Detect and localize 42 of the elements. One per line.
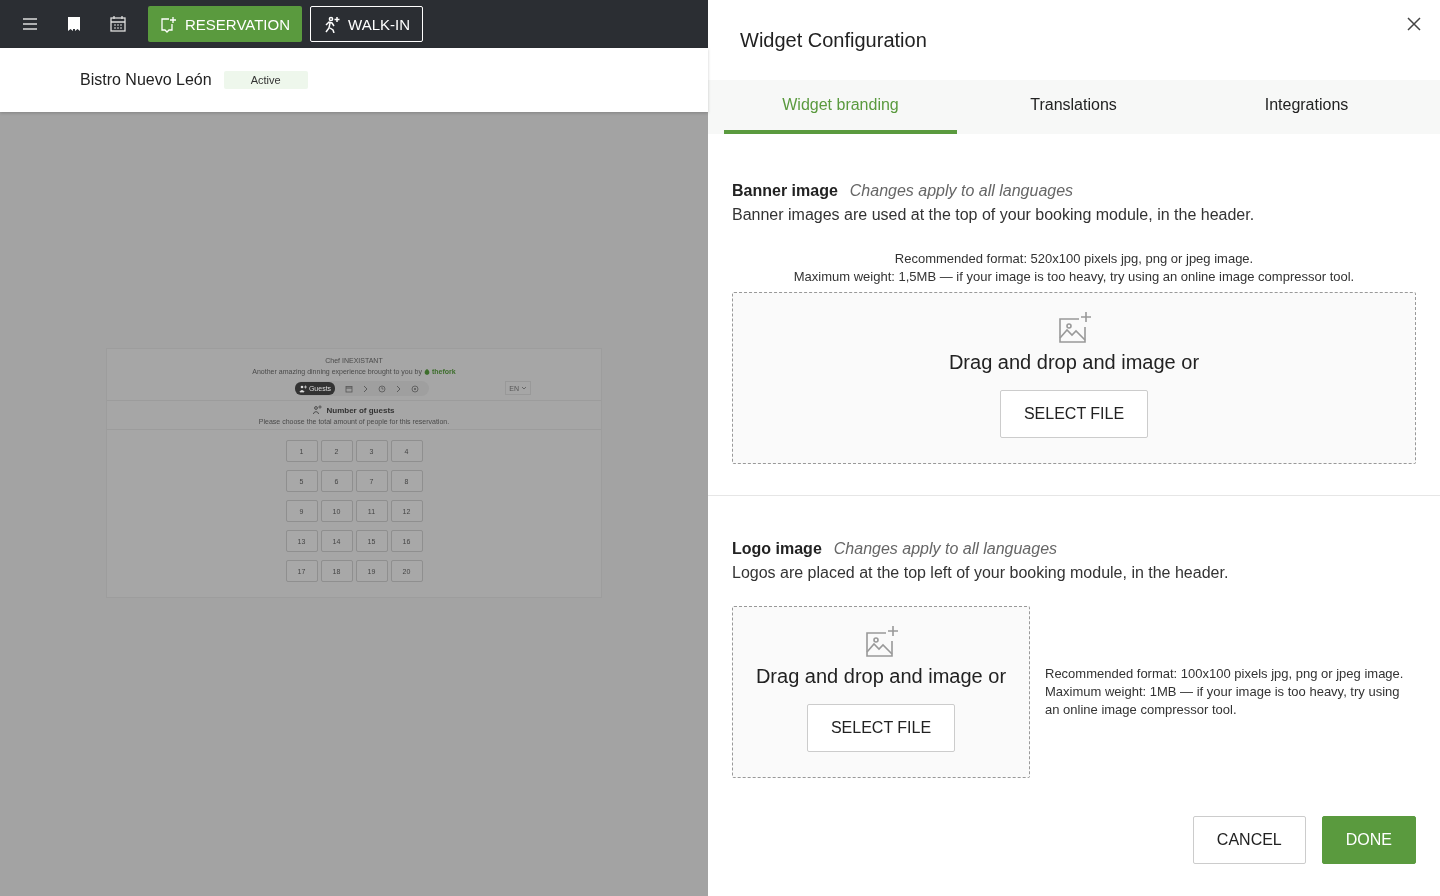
walking-person-icon xyxy=(323,15,341,33)
dialog-title: Widget Configuration xyxy=(740,28,927,52)
section-title: Logo image xyxy=(732,540,822,558)
status-badge: Active xyxy=(223,71,308,89)
format-requirement: Recommended format: 520x100 pixels jpg, png or jpeg image. xyxy=(893,250,1255,268)
tab[interactable]: Widget branding xyxy=(724,80,957,134)
section-note: Changes apply to all languages xyxy=(833,540,1058,558)
clock-icon xyxy=(378,384,387,393)
select-file-button[interactable]: SELECT FILE xyxy=(999,390,1149,438)
image-add-icon xyxy=(864,625,898,657)
walk-in-button[interactable]: WALK-IN xyxy=(310,6,423,42)
drop-zone[interactable]: Drag and drop and image or SELECT FILE xyxy=(732,606,1030,778)
format-requirement: Maximum weight: 1,5MB — if your image is too heavy, try using an online image compressor tool. xyxy=(792,268,1356,286)
section-note: Changes apply to all languages xyxy=(849,182,1074,200)
calendar-icon xyxy=(345,384,354,393)
section-description: Logos are placed at the top left of your booking module, in the header. xyxy=(732,564,1230,582)
section-description: Banner images are used at the top of your booking module, in the header. xyxy=(732,206,1256,224)
drop-zone[interactable]: Drag and drop and image or SELECT FILE xyxy=(732,292,1416,464)
guests-icon xyxy=(313,405,324,415)
restaurant-name: Bistro Nuevo León xyxy=(80,71,212,89)
chevron-right-icon xyxy=(363,384,369,393)
reservation-button[interactable]: RESERVATION xyxy=(148,6,303,42)
done-button[interactable]: DONE xyxy=(1321,816,1416,864)
drop-zone-text: Drag and drop and image or xyxy=(948,351,1200,374)
reservation-icon xyxy=(160,15,177,33)
calendar-icon xyxy=(109,15,127,33)
leaf-icon xyxy=(423,368,430,375)
chevron-down-icon xyxy=(521,386,527,390)
tab[interactable]: Translations xyxy=(957,80,1190,134)
chevron-right-icon xyxy=(396,384,402,393)
tab[interactable]: Integrations xyxy=(1190,80,1423,134)
menu-icon xyxy=(21,15,39,33)
cancel-button[interactable]: CANCEL xyxy=(1192,816,1306,864)
format-requirement: Recommended format: 100x100 pixels jpg, png or jpeg image. xyxy=(1045,665,1405,683)
close-icon xyxy=(1406,16,1422,32)
select-file-button[interactable]: SELECT FILE xyxy=(806,704,956,752)
guests-icon xyxy=(298,384,307,393)
image-add-icon xyxy=(1057,311,1091,343)
format-requirement: Maximum weight: 1MB — if your image is too heavy, try using an online image compressor tool. xyxy=(1045,683,1401,719)
drop-zone-text: Drag and drop and image or xyxy=(755,665,1007,688)
section-heading: Number of guests xyxy=(326,405,395,415)
section-title: Banner image xyxy=(732,182,838,200)
